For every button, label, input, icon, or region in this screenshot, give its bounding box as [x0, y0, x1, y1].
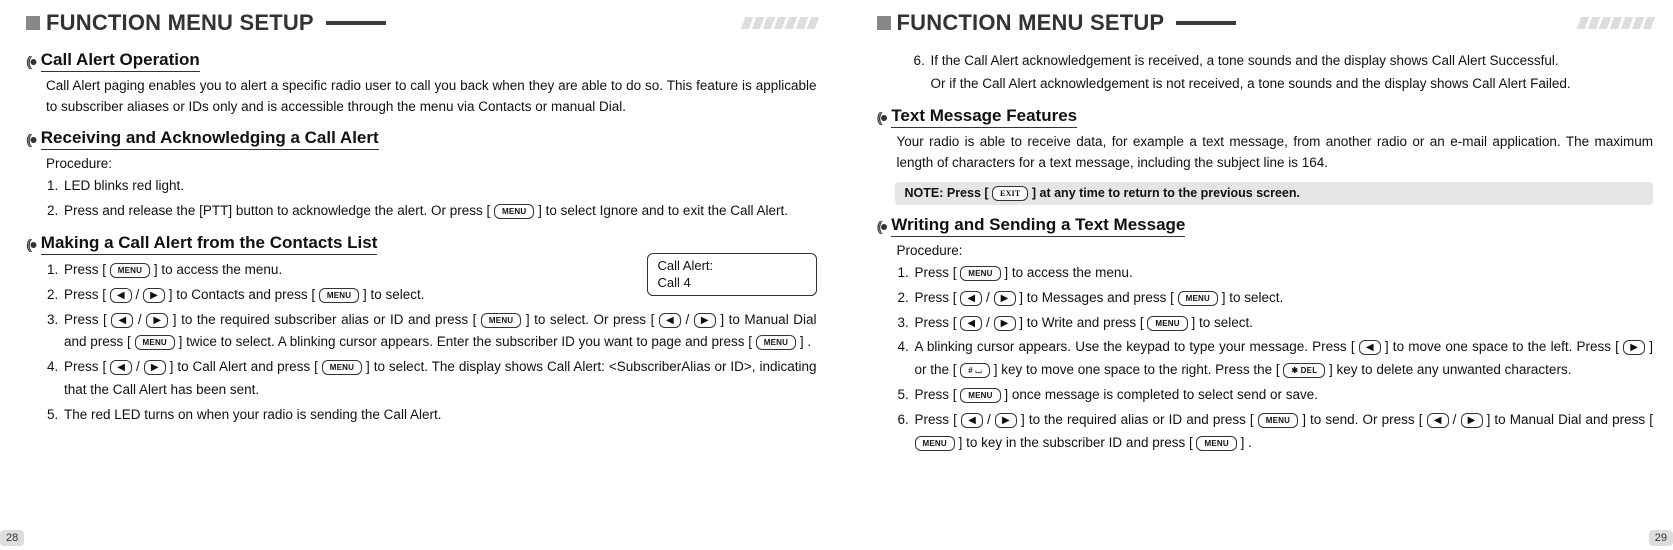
section-body: Your radio is able to receive data, for … — [877, 132, 1654, 174]
left-arrow-icon: ◀ — [110, 288, 132, 303]
display-line: Call 4 — [658, 275, 806, 292]
title-square-icon — [877, 16, 891, 30]
right-arrow-icon: ▶ — [994, 316, 1016, 331]
section-title: Making a Call Alert from the Contacts Li… — [41, 233, 378, 255]
continued-list: If the Call Alert acknowledgement is rec… — [877, 50, 1654, 96]
list-item: A blinking cursor appears. Use the keypa… — [913, 336, 1654, 382]
left-arrow-icon: ◀ — [961, 413, 983, 428]
menu-button-icon: MENU — [322, 360, 362, 375]
menu-button-icon: MENU — [319, 288, 359, 303]
page-number: 28 — [0, 530, 24, 546]
list-item: Press [ ◀ / ▶ ] to Messages and press [ … — [913, 287, 1654, 310]
menu-button-icon: MENU — [481, 313, 521, 328]
left-arrow-icon: ◀ — [110, 360, 132, 375]
note-box: NOTE: Press [ EXIT ] at any time to retu… — [895, 182, 1654, 205]
procedure-label: Procedure: — [26, 154, 817, 175]
signal-icon: ((● — [877, 109, 886, 125]
section-title: Receiving and Acknowledging a Call Alert — [41, 128, 379, 150]
right-arrow-icon: ▶ — [995, 413, 1017, 428]
exit-button-icon: EXIT — [992, 186, 1028, 201]
list-item: Press [ ◀ / ▶ ] to the required subscrib… — [62, 309, 817, 355]
page-header: FUNCTION MENU SETUP — [26, 10, 817, 36]
section-receiving-call-alert: ((● Receiving and Acknowledging a Call A… — [26, 128, 817, 223]
section-call-alert-operation: ((● Call Alert Operation Call Alert pagi… — [26, 50, 817, 118]
display-line: Call Alert: — [658, 258, 806, 275]
right-arrow-icon: ▶ — [1623, 340, 1645, 355]
left-arrow-icon: ◀ — [659, 313, 681, 328]
section-text-message-features: ((● Text Message Features Your radio is … — [877, 106, 1654, 174]
page-title: FUNCTION MENU SETUP — [46, 10, 314, 36]
right-arrow-icon: ▶ — [144, 360, 166, 375]
list-item: Press [ ◀ / ▶ ] to Call Alert and press … — [62, 356, 817, 402]
section-title: Writing and Sending a Text Message — [891, 215, 1185, 237]
section-making-call-alert: ((● Making a Call Alert from the Contact… — [26, 233, 817, 428]
list-item: Press and release the [PTT] button to ac… — [62, 200, 817, 223]
hash-key-icon: # ⌴ — [960, 363, 990, 378]
procedure-list: Press [ MENU ] to access the menu. Press… — [877, 262, 1654, 456]
menu-button-icon: MENU — [1258, 413, 1298, 428]
right-arrow-icon: ▶ — [694, 313, 716, 328]
left-arrow-icon: ◀ — [960, 291, 982, 306]
right-arrow-icon: ▶ — [994, 291, 1016, 306]
list-item: The red LED turns on when your radio is … — [62, 404, 817, 427]
title-bar — [1176, 21, 1653, 25]
list-item: Press [ MENU ] once message is completed… — [913, 384, 1654, 407]
right-arrow-icon: ▶ — [143, 288, 165, 303]
right-arrow-icon: ▶ — [146, 313, 168, 328]
left-page: FUNCTION MENU SETUP ((● Call Alert Opera… — [0, 0, 837, 550]
section-writing-text-message: ((● Writing and Sending a Text Message P… — [877, 215, 1654, 455]
page-number: 29 — [1649, 530, 1673, 546]
menu-button-icon: MENU — [1147, 316, 1187, 331]
left-arrow-icon: ◀ — [1427, 413, 1449, 428]
menu-button-icon: MENU — [110, 263, 150, 278]
list-item: Press [ ◀ / ▶ ] to the required alias or… — [913, 409, 1654, 455]
list-item: LED blinks red light. — [62, 175, 817, 198]
list-item: If the Call Alert acknowledgement is rec… — [929, 50, 1654, 96]
left-arrow-icon: ◀ — [1359, 340, 1381, 355]
procedure-list: LED blinks red light. Press and release … — [26, 175, 817, 223]
menu-button-icon: MENU — [135, 335, 175, 350]
section-body: Call Alert paging enables you to alert a… — [26, 76, 817, 118]
menu-button-icon: MENU — [494, 204, 534, 219]
menu-button-icon: MENU — [1196, 436, 1236, 451]
signal-icon: ((● — [26, 131, 35, 147]
star-del-key-icon: ✱ DEL — [1283, 363, 1325, 378]
menu-button-icon: MENU — [960, 388, 1000, 403]
list-item: Press [ ◀ / ▶ ] to Write and press [ MEN… — [913, 312, 1654, 335]
stripes-icon — [743, 17, 817, 29]
menu-button-icon: MENU — [915, 436, 955, 451]
procedure-label: Procedure: — [877, 241, 1654, 262]
section-title: Call Alert Operation — [41, 50, 200, 72]
stripes-icon — [1579, 17, 1653, 29]
display-example-box: Call Alert: Call 4 — [647, 253, 817, 297]
title-bar — [326, 21, 817, 25]
title-square-icon — [26, 16, 40, 30]
menu-button-icon: MENU — [1178, 291, 1218, 306]
left-arrow-icon: ◀ — [111, 313, 133, 328]
menu-button-icon: MENU — [960, 266, 1000, 281]
signal-icon: ((● — [877, 218, 886, 234]
menu-button-icon: MENU — [756, 335, 796, 350]
page-title: FUNCTION MENU SETUP — [897, 10, 1165, 36]
signal-icon: ((● — [26, 236, 35, 252]
left-arrow-icon: ◀ — [960, 316, 982, 331]
page-header: FUNCTION MENU SETUP — [877, 10, 1654, 36]
section-title: Text Message Features — [891, 106, 1077, 128]
right-page: FUNCTION MENU SETUP If the Call Alert ac… — [837, 0, 1673, 550]
right-arrow-icon: ▶ — [1461, 413, 1483, 428]
signal-icon: ((● — [26, 53, 35, 69]
list-item: Press [ MENU ] to access the menu. — [913, 262, 1654, 285]
